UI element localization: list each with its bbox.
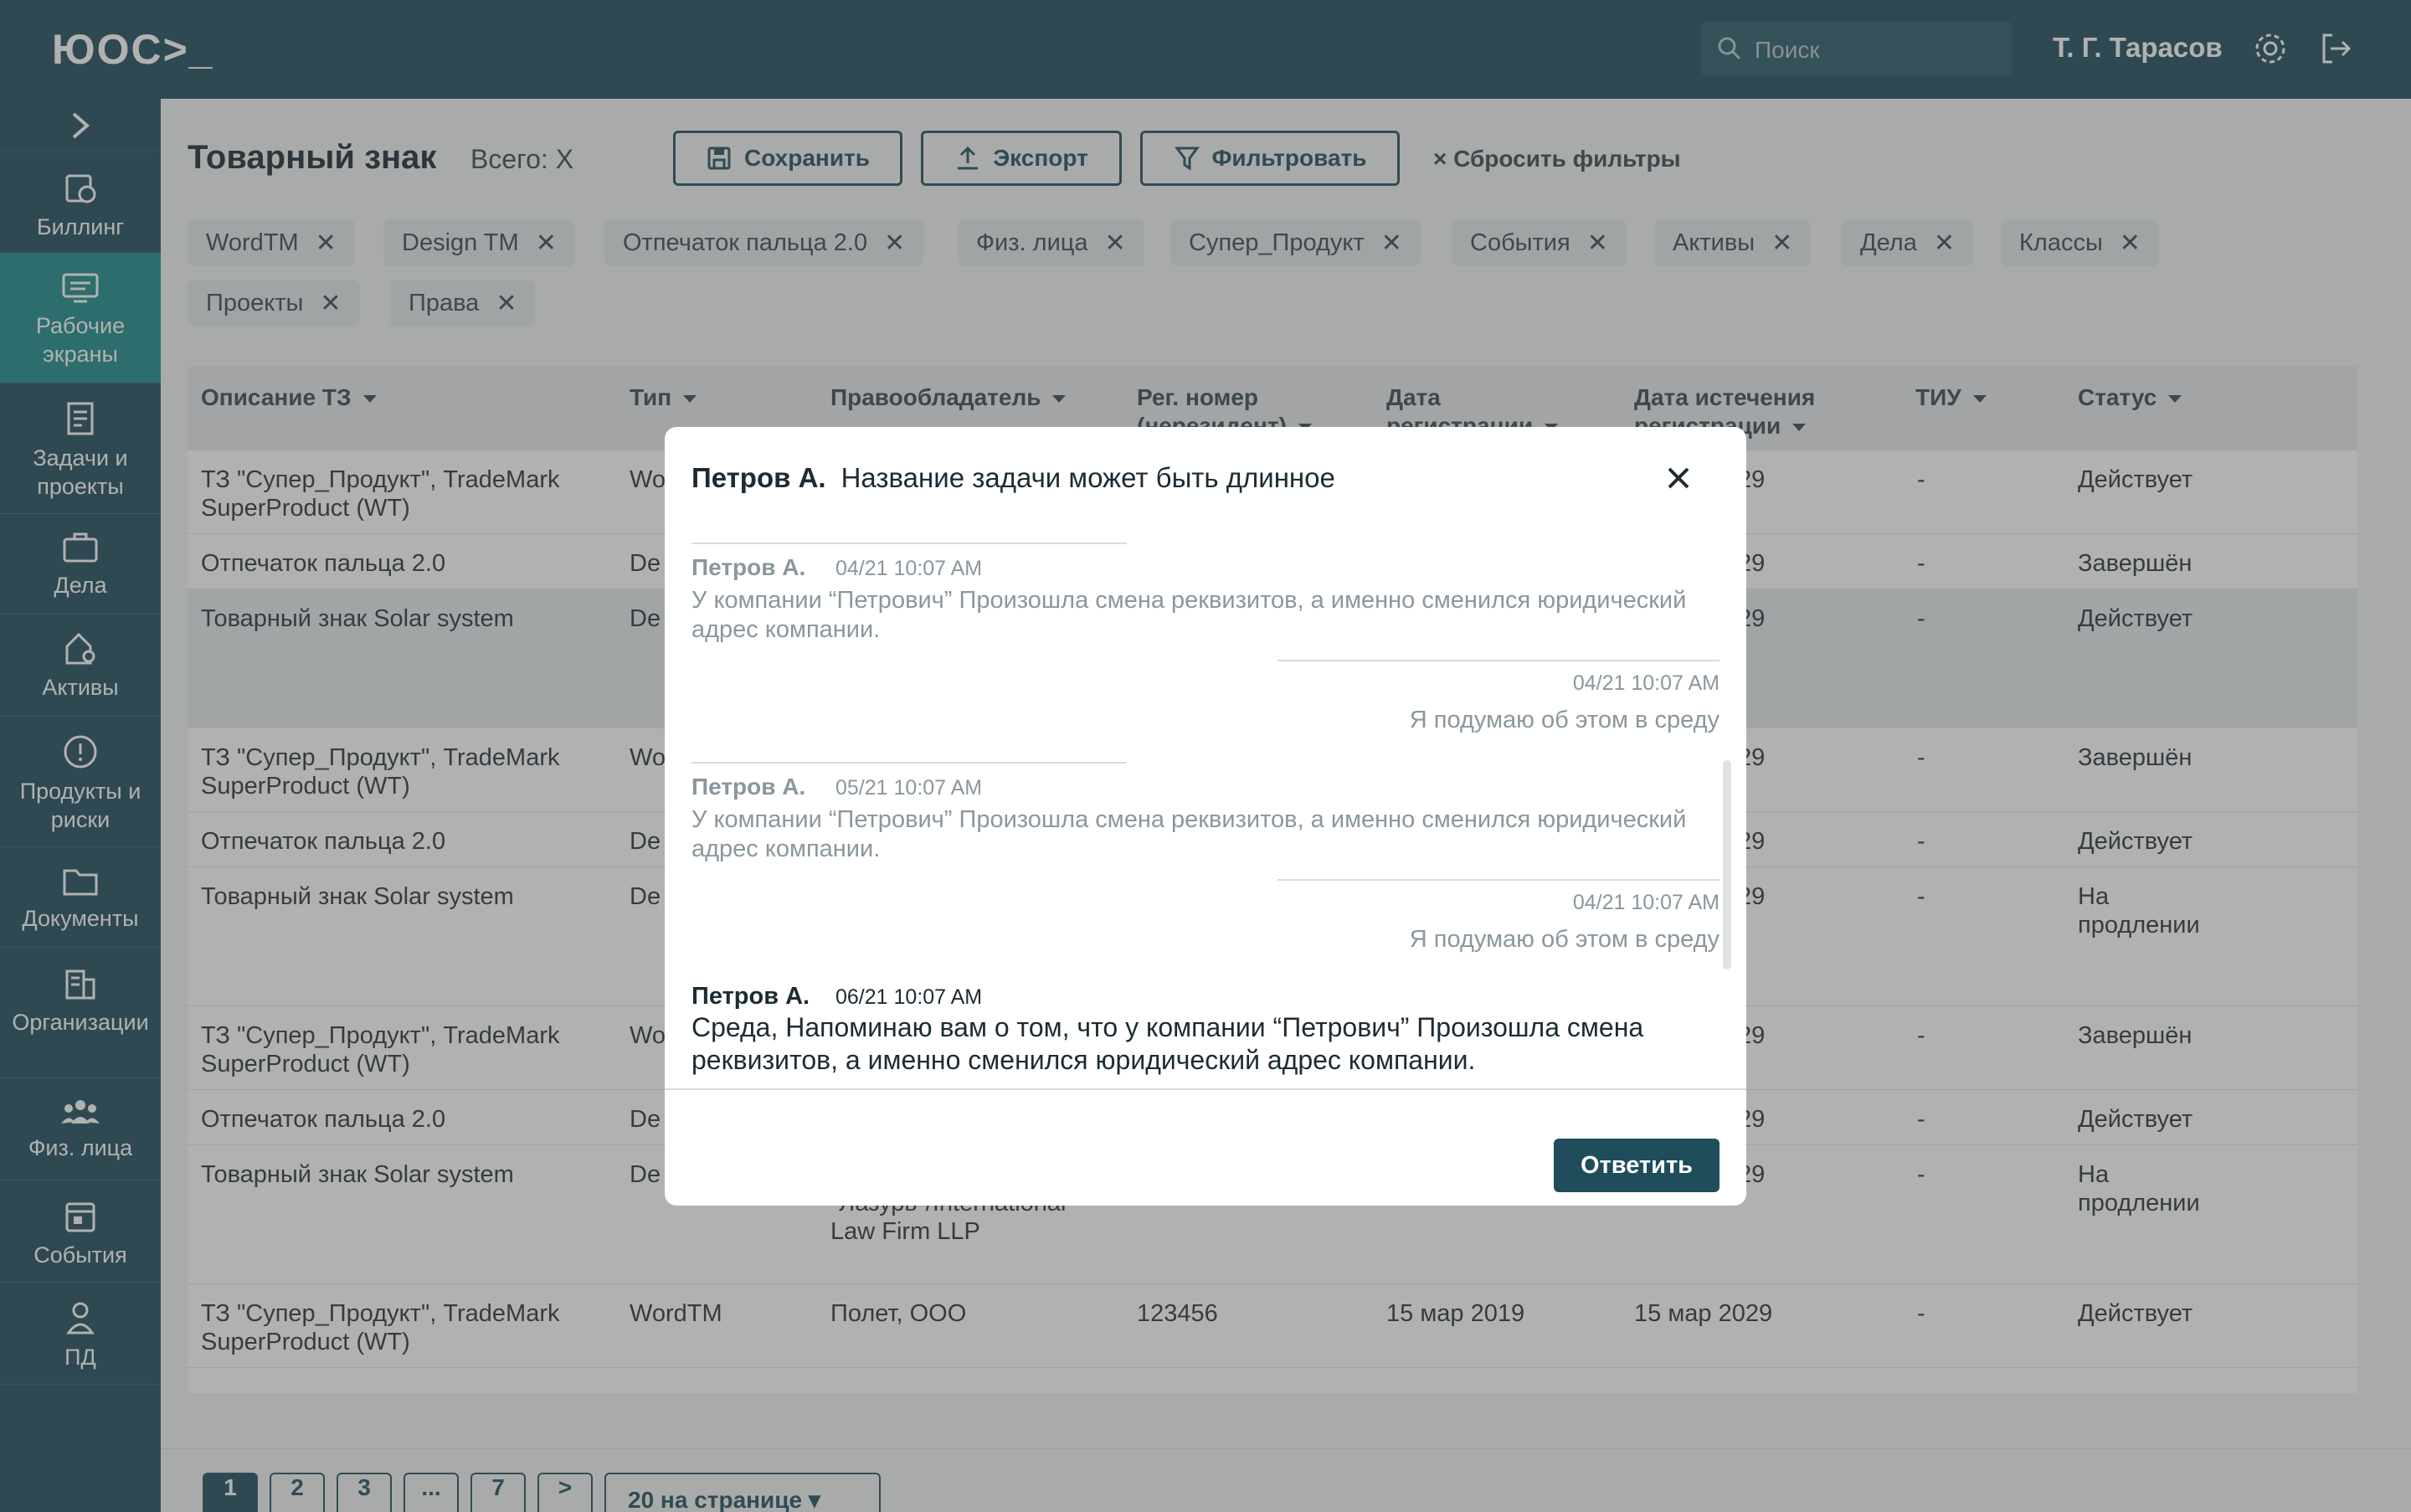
modal-task-title: Название задачи может быть длинное xyxy=(841,462,1335,493)
message-author: Петров А. xyxy=(691,774,806,800)
modal-title: Петров А. Название задачи может быть длин… xyxy=(691,462,1335,494)
message-divider xyxy=(691,543,1127,544)
task-chat-modal: Петров А. Название задачи может быть длин… xyxy=(665,427,1746,1206)
message-list[interactable]: Петров А. 04/21 10:07 AM У компании “Пет… xyxy=(691,532,1720,1077)
reply-time: 04/21 10:07 AM xyxy=(1572,891,1720,914)
modal-divider xyxy=(665,1088,1746,1090)
modal-author: Петров А. xyxy=(691,462,826,493)
close-icon[interactable] xyxy=(1664,464,1693,492)
message-text: У компании “Петрович” Произошла смена ре… xyxy=(691,806,1687,862)
message-time: 05/21 10:07 AM xyxy=(835,776,983,800)
reply-text: Я подумаю об этом в среду xyxy=(1409,926,1720,953)
message-time: 04/21 10:07 AM xyxy=(835,557,983,580)
message-text: У компании “Петрович” Произошла смена ре… xyxy=(691,587,1687,643)
reply-text: Я подумаю об этом в среду xyxy=(1409,707,1720,733)
message-author: Петров А. xyxy=(691,983,810,1010)
message-divider xyxy=(1277,660,1720,661)
message-divider xyxy=(1277,879,1720,881)
message-author: Петров А. xyxy=(691,554,806,580)
message-divider xyxy=(691,762,1127,764)
message-text: Среда, Напоминаю вам о том, что у компан… xyxy=(691,1012,1644,1075)
message-scrollbar[interactable] xyxy=(1723,760,1731,969)
reply-time: 04/21 10:07 AM xyxy=(1572,671,1720,695)
message-time: 06/21 10:07 AM xyxy=(835,985,983,1009)
reply-button[interactable]: Ответить xyxy=(1554,1139,1720,1192)
